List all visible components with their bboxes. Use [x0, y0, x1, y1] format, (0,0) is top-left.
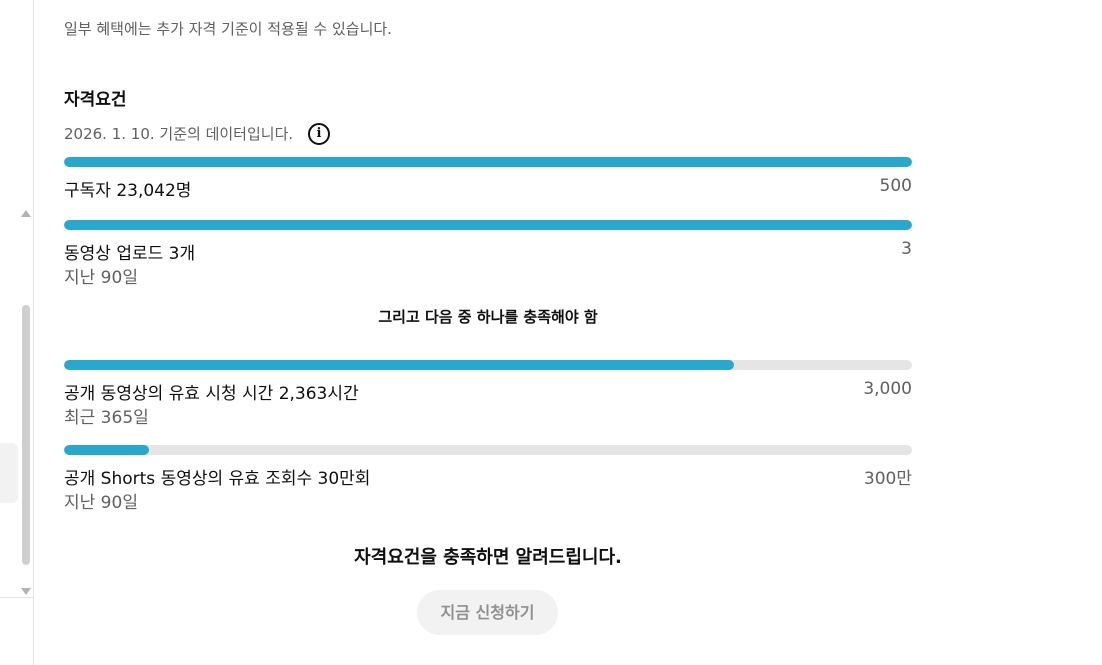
info-icon[interactable]: i [308, 123, 330, 145]
requirement-label: 공개 Shorts 동영상의 유효 조회수 30만회 [64, 469, 371, 489]
progress-track [64, 220, 912, 230]
requirement-target: 3,000 [863, 379, 912, 399]
progress-track [64, 445, 912, 455]
progress-fill [64, 445, 149, 455]
requirement-period: 지난 90일 [64, 493, 138, 513]
requirement-target: 3 [901, 239, 912, 259]
rail-divider [0, 597, 34, 598]
requirement-label: 공개 동영상의 유효 시청 시간 2,363시간 [64, 384, 359, 404]
apply-now-button[interactable]: 지금 신청하기 [417, 590, 558, 635]
scroll-down-arrow-icon[interactable] [21, 588, 31, 595]
eligibility-panel: 일부 혜택에는 추가 자격 기준이 적용될 수 있습니다. 자격요건 2026.… [64, 0, 912, 665]
notify-text: 자격요건을 충족하면 알려드립니다. [354, 547, 622, 568]
progress-fill [64, 360, 734, 370]
requirement-target: 300만 [863, 469, 912, 489]
scrollbar-thumb[interactable] [22, 305, 30, 565]
requirement-label: 구독자 23,042명 [64, 181, 192, 201]
and-condition-text: 그리고 다음 중 하나를 충족해야 함 [378, 308, 598, 326]
left-rail [0, 0, 34, 665]
rail-tab[interactable] [0, 443, 18, 503]
progress-fill [64, 220, 912, 230]
scroll-up-arrow-icon[interactable] [21, 210, 31, 217]
requirement-period: 최근 365일 [64, 408, 149, 428]
eligibility-notice: 일부 혜택에는 추가 자격 기준이 적용될 수 있습니다. [64, 20, 392, 38]
progress-track [64, 157, 912, 167]
requirement-period: 지난 90일 [64, 268, 138, 288]
requirement-label: 동영상 업로드 3개 [64, 244, 196, 264]
progress-track [64, 360, 912, 370]
requirement-target: 500 [879, 176, 912, 196]
section-title: 자격요건 [64, 90, 127, 110]
progress-fill [64, 157, 912, 167]
data-date-text: 2026. 1. 10. 기준의 데이터입니다. [64, 125, 294, 143]
